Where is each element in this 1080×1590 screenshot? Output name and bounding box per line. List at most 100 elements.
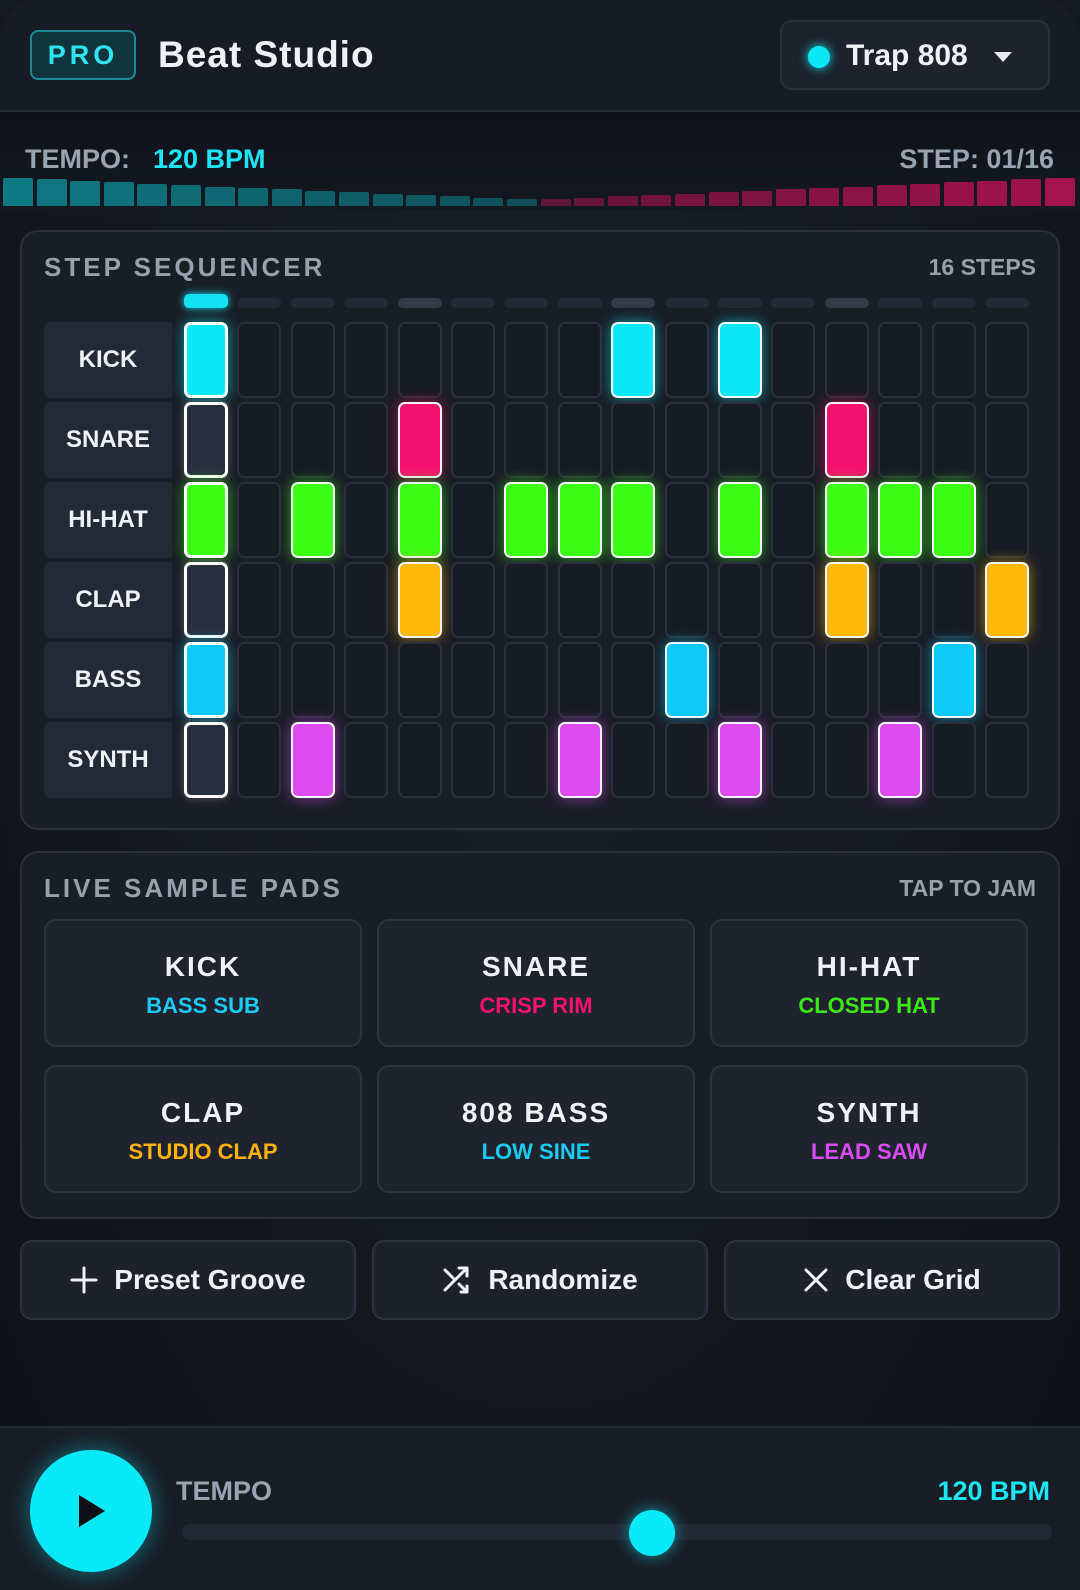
step-cell[interactable] <box>824 402 869 478</box>
step-cell[interactable] <box>931 322 976 398</box>
sample-pad[interactable]: SNARE CRISP RIM <box>377 919 695 1047</box>
step-cell[interactable] <box>451 322 495 398</box>
step-cell[interactable] <box>824 322 869 398</box>
step-cell[interactable] <box>878 722 923 798</box>
step-cell[interactable] <box>237 482 282 558</box>
tempo-slider-thumb[interactable] <box>628 1510 675 1556</box>
step-cell[interactable] <box>290 562 335 638</box>
step-cell[interactable] <box>611 482 656 558</box>
step-cell[interactable] <box>664 402 709 478</box>
step-cell[interactable] <box>878 562 923 638</box>
step-cell[interactable] <box>664 482 709 558</box>
step-cell[interactable] <box>451 722 495 798</box>
step-cell[interactable] <box>397 562 442 638</box>
step-cell[interactable] <box>771 562 816 638</box>
clear-grid-button[interactable]: Clear Grid <box>724 1240 1060 1320</box>
randomize-button[interactable]: Randomize <box>372 1240 708 1320</box>
step-cell[interactable] <box>184 642 228 718</box>
step-cell[interactable] <box>878 402 923 478</box>
step-cell[interactable] <box>397 482 442 558</box>
step-cell[interactable] <box>611 402 656 478</box>
step-cell[interactable] <box>985 402 1029 478</box>
step-cell[interactable] <box>824 642 869 718</box>
step-cell[interactable] <box>985 482 1029 558</box>
step-cell[interactable] <box>611 562 656 638</box>
step-cell[interactable] <box>184 722 228 798</box>
step-cell[interactable] <box>718 722 762 798</box>
step-cell[interactable] <box>664 562 709 638</box>
step-cell[interactable] <box>451 402 495 478</box>
preset-groove-button[interactable]: Preset Groove <box>20 1240 356 1320</box>
step-cell[interactable] <box>344 402 389 478</box>
step-cell[interactable] <box>397 642 442 718</box>
step-cell[interactable] <box>290 402 335 478</box>
step-cell[interactable] <box>824 722 869 798</box>
step-cell[interactable] <box>504 402 549 478</box>
step-cell[interactable] <box>771 402 816 478</box>
step-cell[interactable] <box>504 322 549 398</box>
step-cell[interactable] <box>397 402 442 478</box>
step-cell[interactable] <box>451 562 495 638</box>
step-cell[interactable] <box>237 642 282 718</box>
step-cell[interactable] <box>878 482 923 558</box>
step-cell[interactable] <box>184 402 228 478</box>
step-cell[interactable] <box>290 722 335 798</box>
step-cell[interactable] <box>344 722 389 798</box>
step-cell[interactable] <box>504 722 549 798</box>
step-cell[interactable] <box>397 322 442 398</box>
step-cell[interactable] <box>184 322 228 398</box>
step-cell[interactable] <box>931 642 976 718</box>
step-cell[interactable] <box>451 642 495 718</box>
step-cell[interactable] <box>184 482 228 558</box>
step-cell[interactable] <box>557 402 602 478</box>
step-cell[interactable] <box>557 722 602 798</box>
step-cell[interactable] <box>664 642 709 718</box>
step-cell[interactable] <box>611 722 656 798</box>
step-cell[interactable] <box>397 722 442 798</box>
step-cell[interactable] <box>451 482 495 558</box>
step-cell[interactable] <box>611 322 656 398</box>
step-cell[interactable] <box>557 482 602 558</box>
step-cell[interactable] <box>504 642 549 718</box>
step-cell[interactable] <box>344 322 389 398</box>
step-cell[interactable] <box>237 562 282 638</box>
step-cell[interactable] <box>237 722 282 798</box>
step-cell[interactable] <box>344 562 389 638</box>
step-cell[interactable] <box>771 322 816 398</box>
step-cell[interactable] <box>878 322 923 398</box>
step-cell[interactable] <box>771 482 816 558</box>
sample-pad[interactable]: HI-HAT CLOSED HAT <box>710 919 1028 1047</box>
step-cell[interactable] <box>664 322 709 398</box>
step-cell[interactable] <box>824 482 869 558</box>
tempo-slider-track[interactable] <box>182 1524 1052 1540</box>
step-cell[interactable] <box>985 722 1029 798</box>
step-cell[interactable] <box>237 322 282 398</box>
play-button[interactable] <box>30 1450 152 1572</box>
step-cell[interactable] <box>878 642 923 718</box>
step-cell[interactable] <box>824 562 869 638</box>
step-cell[interactable] <box>985 562 1029 638</box>
step-cell[interactable] <box>237 402 282 478</box>
step-cell[interactable] <box>718 562 762 638</box>
step-cell[interactable] <box>664 722 709 798</box>
step-cell[interactable] <box>290 642 335 718</box>
sample-pad[interactable]: SYNTH LEAD SAW <box>710 1065 1028 1193</box>
step-cell[interactable] <box>557 562 602 638</box>
step-cell[interactable] <box>771 722 816 798</box>
step-cell[interactable] <box>718 402 762 478</box>
step-cell[interactable] <box>931 562 976 638</box>
step-cell[interactable] <box>344 642 389 718</box>
kit-select[interactable]: Trap 808 <box>780 20 1050 90</box>
step-cell[interactable] <box>557 322 602 398</box>
sample-pad[interactable]: CLAP STUDIO CLAP <box>44 1065 362 1193</box>
step-cell[interactable] <box>290 322 335 398</box>
step-cell[interactable] <box>184 562 228 638</box>
step-cell[interactable] <box>557 642 602 718</box>
step-cell[interactable] <box>504 482 549 558</box>
step-cell[interactable] <box>718 482 762 558</box>
step-cell[interactable] <box>504 562 549 638</box>
step-cell[interactable] <box>290 482 335 558</box>
step-cell[interactable] <box>985 322 1029 398</box>
step-cell[interactable] <box>344 482 389 558</box>
step-cell[interactable] <box>611 642 656 718</box>
